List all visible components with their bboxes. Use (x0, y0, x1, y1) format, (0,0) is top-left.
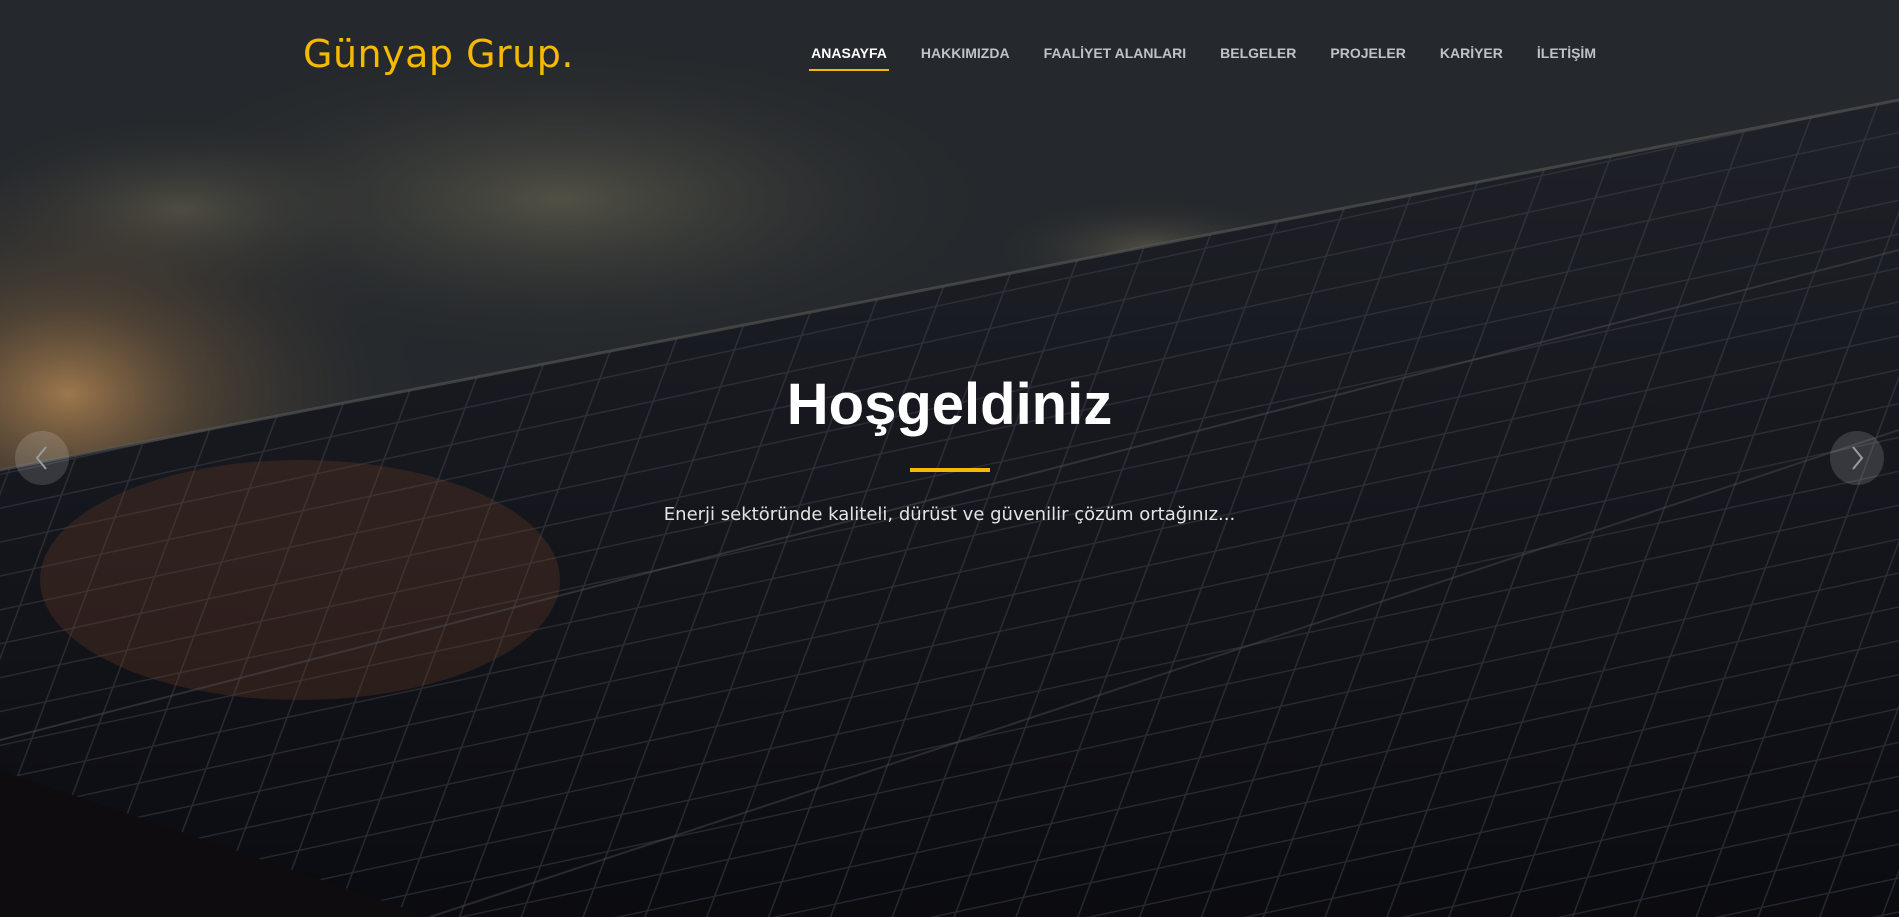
site-header: Günyap Grup. ANASAYFA HAKKIMIZDA FAALİYE… (0, 0, 1899, 110)
hero-content: Hoşgeldiniz Enerji sektöründe kaliteli, … (0, 370, 1899, 528)
main-nav: ANASAYFA HAKKIMIZDA FAALİYET ALANLARI BE… (777, 44, 1596, 71)
hero-divider (909, 468, 990, 472)
hero-subtitle: Enerji sektöründe kaliteli, dürüst ve gü… (663, 504, 1236, 525)
nav-item-anasayfa[interactable]: ANASAYFA (809, 44, 889, 71)
chevron-right-icon (1852, 446, 1864, 470)
nav-item-faaliyet-alanlari[interactable]: FAALİYET ALANLARI (1044, 44, 1187, 62)
hero-slider: Günyap Grup. ANASAYFA HAKKIMIZDA FAALİYE… (0, 0, 1899, 917)
site-logo[interactable]: Günyap Grup. (303, 30, 574, 78)
nav-item-iletisim[interactable]: İLETİŞİM (1537, 44, 1596, 62)
slider-prev-button[interactable] (15, 431, 69, 485)
chevron-left-icon (35, 446, 47, 470)
nav-item-hakkimizda[interactable]: HAKKIMIZDA (921, 44, 1010, 62)
nav-item-belgeler[interactable]: BELGELER (1220, 44, 1296, 62)
hero-title: Hoşgeldiniz (786, 372, 1113, 437)
nav-item-kariyer[interactable]: KARİYER (1440, 44, 1503, 62)
slider-next-button[interactable] (1830, 431, 1884, 485)
nav-item-projeler[interactable]: PROJELER (1330, 44, 1405, 62)
